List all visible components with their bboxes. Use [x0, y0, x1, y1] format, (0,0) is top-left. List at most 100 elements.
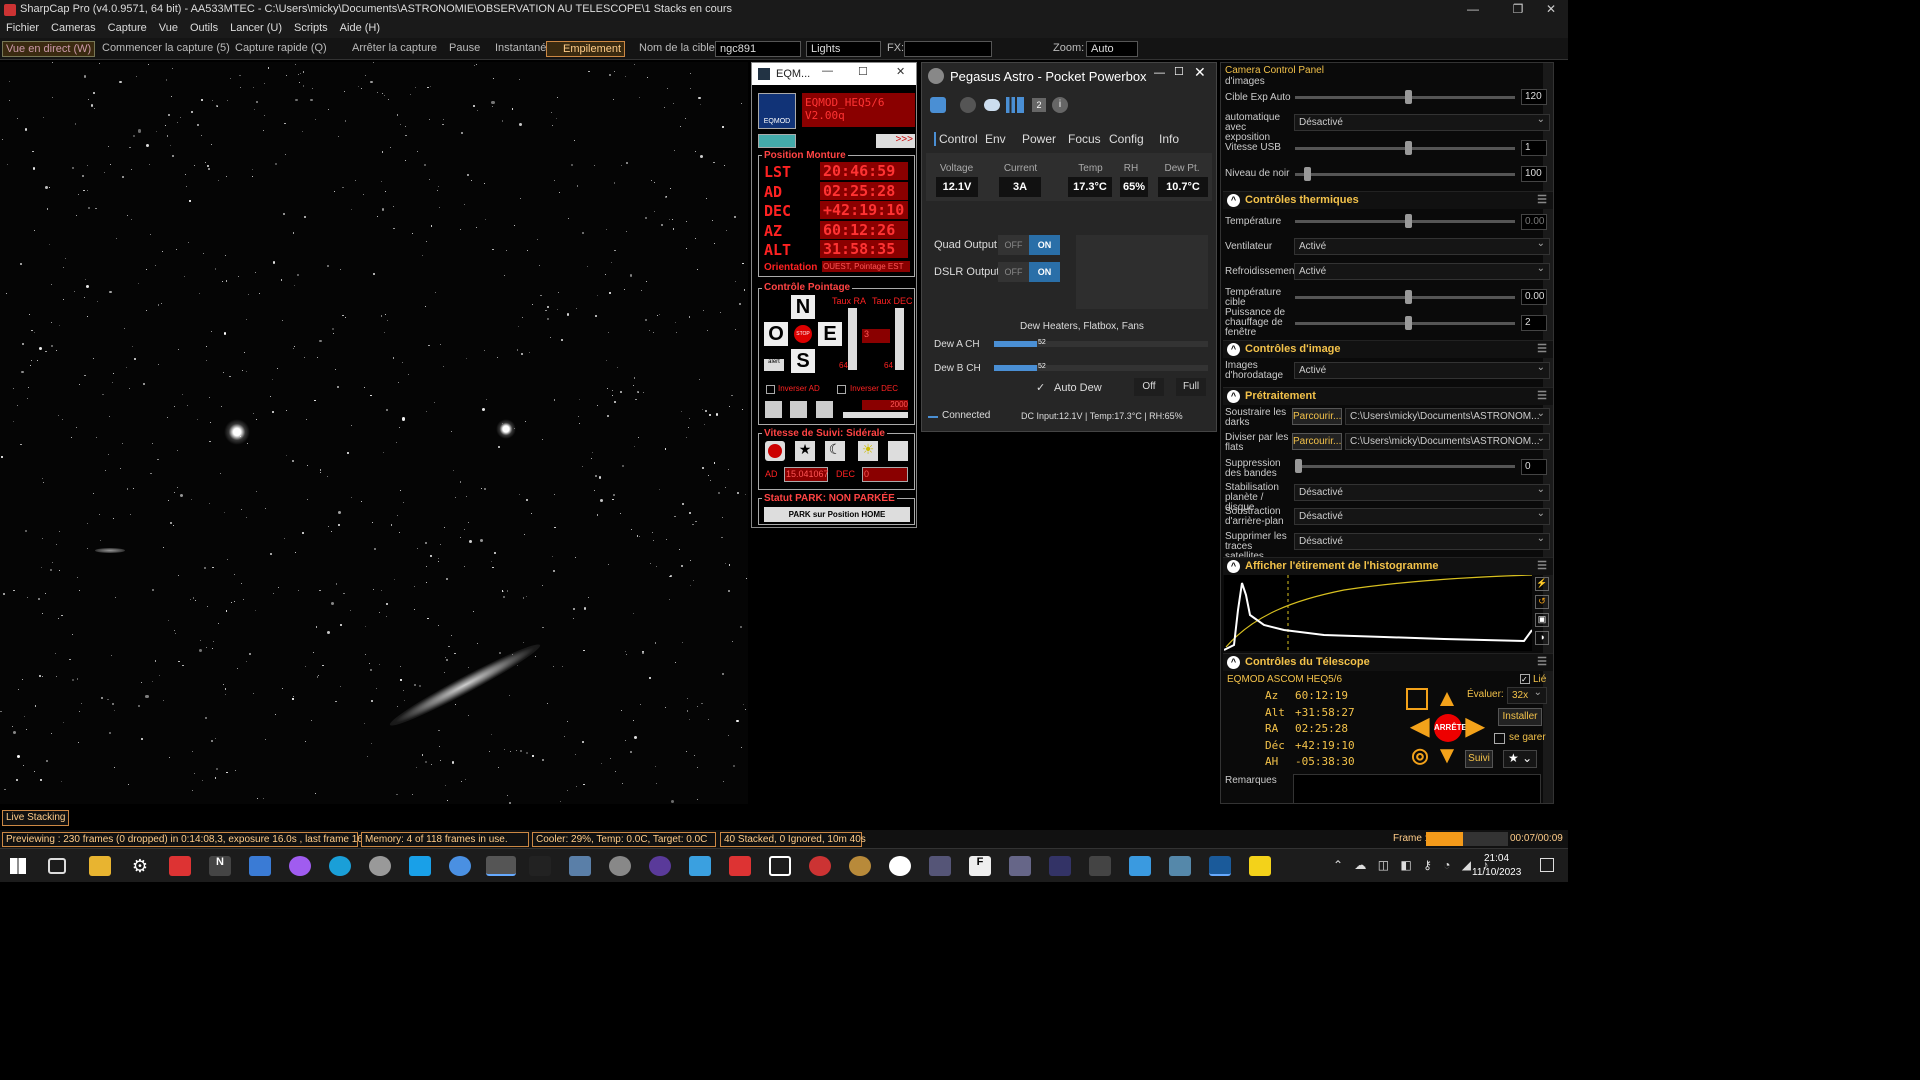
app-icon-17[interactable]: F	[969, 856, 991, 876]
snapshot-button[interactable]: Instantané	[495, 42, 546, 54]
windows-start-icon[interactable]	[10, 858, 26, 874]
dslr-output-toggle[interactable]: OFF ON	[998, 262, 1060, 282]
histogram-lightning-icon[interactable]: ⚡	[1535, 577, 1549, 591]
dew-a-slider[interactable]: 52	[994, 339, 1208, 347]
histogram-save-icon[interactable]: ▣	[1535, 613, 1549, 627]
app-icon-16[interactable]	[929, 856, 951, 876]
histogram-contrast-icon[interactable]: ◑	[1535, 631, 1549, 645]
dew-b-slider[interactable]: 52	[994, 363, 1208, 371]
live-stacking-tab[interactable]: Live Stacking	[2, 810, 70, 826]
app-icon-2[interactable]: N	[209, 856, 231, 876]
park-checkbox[interactable]	[1494, 733, 1505, 744]
tab-env[interactable]: Env	[985, 132, 1006, 146]
stop-mount-button[interactable]: ARRÊTE	[1434, 714, 1467, 742]
menu-fichier[interactable]: Fichier	[0, 20, 45, 36]
tray-icons[interactable]: ⌃ ☁ ◫ ◧ ⚷ ◔ ◢ ♪	[1333, 858, 1492, 872]
rate-select[interactable]: 32x	[1507, 687, 1547, 704]
clock-date[interactable]: 11/10/2023	[1472, 867, 1521, 878]
pegasus-close[interactable]: ✕	[1194, 64, 1206, 81]
zoom-select[interactable]: Auto	[1086, 41, 1138, 57]
alert-button[interactable]: alert	[764, 359, 784, 371]
quick-capture-button[interactable]: Capture rapide (Q)	[235, 42, 327, 54]
tab-info[interactable]: Info	[1159, 132, 1179, 146]
pegasus-minimize[interactable]: —	[1154, 67, 1165, 79]
satellite-select[interactable]: Désactivé	[1294, 533, 1550, 550]
tab-control[interactable]: Control	[934, 132, 978, 146]
fx-select[interactable]	[904, 41, 992, 57]
sticky-notes-icon[interactable]	[1249, 856, 1271, 876]
banding-slider[interactable]	[1295, 459, 1515, 473]
pegasus-maximize[interactable]: ☐	[1174, 65, 1184, 78]
app-icon-14[interactable]	[849, 856, 871, 876]
darks-path-select[interactable]: C:\Users\micky\Documents\ASTRONOM...	[1345, 408, 1550, 425]
notification-icon[interactable]	[1540, 858, 1554, 872]
up-icon[interactable]	[960, 97, 976, 113]
app-icon-22[interactable]	[1169, 856, 1191, 876]
up-arrow-icon[interactable]: ▲	[1434, 686, 1460, 712]
spiral-icon[interactable]	[1406, 688, 1428, 710]
track-dec-value[interactable]: 0	[862, 467, 908, 482]
app-icon-19[interactable]	[1049, 856, 1071, 876]
sharpcap-taskbar-icon[interactable]	[486, 856, 516, 876]
tracking-button[interactable]: Suivi	[1465, 750, 1493, 768]
frame-type-select[interactable]: Lights	[806, 41, 881, 57]
cloud-icon[interactable]	[984, 99, 1000, 111]
black-level-slider[interactable]	[1295, 167, 1515, 181]
menu-outils[interactable]: Outils	[184, 20, 224, 36]
cooling-select[interactable]: Activé	[1294, 263, 1550, 280]
app-icon-6[interactable]	[529, 856, 551, 876]
file-explorer-icon[interactable]	[89, 856, 111, 876]
install-button[interactable]: Installer	[1498, 708, 1542, 726]
edge-icon[interactable]	[329, 856, 351, 876]
ra-rate-slider[interactable]	[848, 308, 857, 370]
menu-capture[interactable]: Capture	[102, 20, 153, 36]
eqmod-maximize[interactable]: ☐	[858, 65, 868, 78]
stop-button[interactable]: STOP	[794, 325, 812, 343]
tab-power[interactable]: Power	[1022, 132, 1056, 146]
mail-icon[interactable]	[249, 856, 271, 876]
app-icon-15[interactable]	[889, 856, 911, 876]
right-arrow-icon[interactable]: ▶	[1462, 714, 1488, 740]
quad-output-toggle[interactable]: OFF ON	[998, 235, 1060, 255]
track-stop-icon[interactable]	[765, 441, 785, 461]
minimize-button[interactable]: —	[1458, 2, 1488, 16]
dew-full-button[interactable]: Full	[1176, 378, 1206, 396]
menu-lancer[interactable]: Lancer (U)	[224, 20, 288, 36]
grid-icon[interactable]	[790, 401, 807, 418]
auto-exp-value[interactable]: 120	[1521, 89, 1547, 105]
app-icon-18[interactable]	[1009, 856, 1031, 876]
info-icon[interactable]: i	[1052, 97, 1068, 113]
app-icon-12[interactable]	[769, 856, 791, 876]
track-custom-icon[interactable]	[888, 441, 908, 461]
home-target-icon[interactable]: ◎	[1407, 743, 1433, 769]
image-section-header[interactable]: ^ Contrôles d'image ☰	[1223, 340, 1553, 358]
maximize-button[interactable]: ❐	[1503, 2, 1533, 16]
left-arrow-icon[interactable]: ◀	[1407, 714, 1433, 740]
temperature-slider[interactable]	[1295, 214, 1515, 228]
park-home-button[interactable]: PARK sur Position HOME	[764, 507, 910, 522]
plug-icon[interactable]	[930, 97, 946, 113]
histogram-chart[interactable]	[1224, 575, 1532, 651]
down-arrow-icon[interactable]: ▼	[1434, 743, 1460, 769]
app-icon-7[interactable]	[569, 856, 591, 876]
app-icon-13[interactable]	[809, 856, 831, 876]
preprocessing-section-header[interactable]: ^ Prétraitement ☰	[1223, 387, 1553, 405]
linked-checkbox[interactable]: ✓	[1520, 674, 1530, 684]
usb-speed-value[interactable]: 1	[1521, 140, 1547, 156]
settings-icon[interactable]: ⚙	[129, 856, 151, 876]
eqmod-minimize[interactable]: —	[822, 65, 833, 77]
usb-speed-slider[interactable]	[1295, 141, 1515, 155]
messenger-icon[interactable]	[289, 856, 311, 876]
east-button[interactable]: E	[818, 322, 842, 346]
app-icon-1[interactable]	[169, 856, 191, 876]
tools-button[interactable]: >>>	[876, 134, 915, 148]
stabilization-select[interactable]: Désactivé	[1294, 484, 1550, 501]
app-icon-9[interactable]	[649, 856, 671, 876]
stop-capture-button[interactable]: Arrêter la capture	[352, 42, 437, 54]
close-button[interactable]: ✕	[1536, 2, 1566, 16]
binoculars-icon[interactable]	[765, 401, 782, 418]
app-icon-21[interactable]	[1129, 856, 1151, 876]
track-lunar-icon[interactable]: ☾	[825, 441, 845, 461]
invert-dec-checkbox[interactable]	[837, 385, 846, 394]
west-button[interactable]: O	[764, 322, 788, 346]
